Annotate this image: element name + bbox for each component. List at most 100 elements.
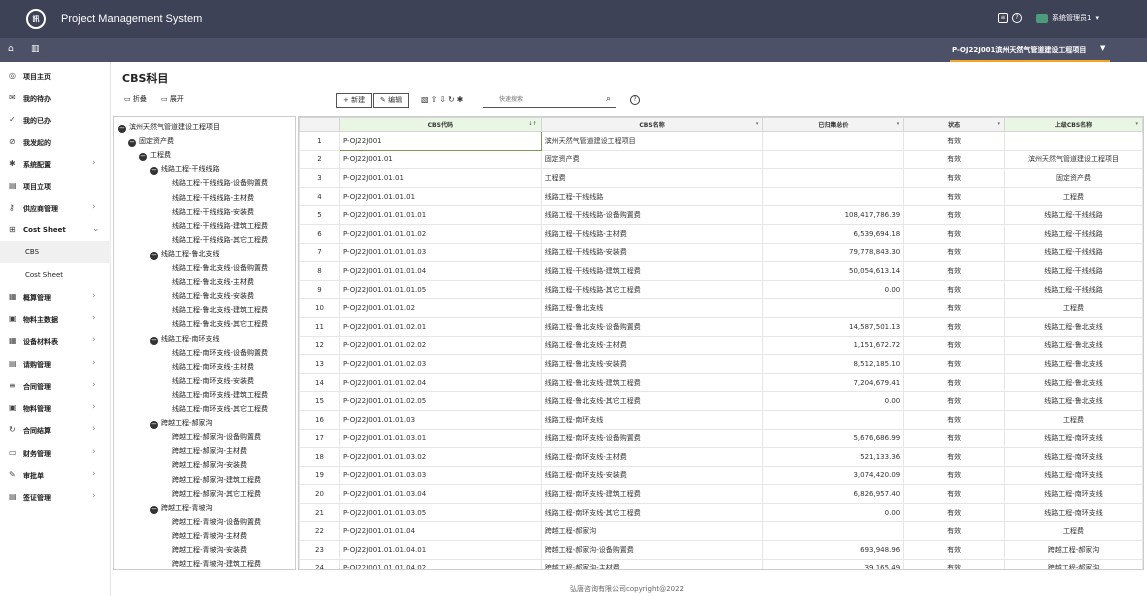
- sidebar-item-finance[interactable]: ▭ 财务管理 ›: [0, 442, 111, 464]
- tree-node[interactable]: − 跨越工程-青坡沟: [150, 503, 213, 514]
- tree-node[interactable]: − 滨州天然气管道建设工程项目: [118, 122, 220, 133]
- help-circle-icon[interactable]: ?: [1012, 13, 1023, 23]
- sidebar-item-material-master[interactable]: ▣ 物料主数据 ›: [0, 308, 111, 330]
- tree-node[interactable]: 线路工程-鲁北支线-建筑工程费: [172, 305, 268, 315]
- collapse-button[interactable]: ▭ 折叠: [124, 94, 147, 104]
- home-icon[interactable]: ⌂: [8, 44, 14, 54]
- tree-node[interactable]: 跨越工程-青坡沟-安装费: [172, 545, 247, 555]
- cbs-code-cell[interactable]: P-OJ22J001.01.01.01.05: [338, 279, 542, 300]
- tree-node[interactable]: − 线路工程-南环支线: [150, 334, 220, 345]
- excel-icon[interactable]: ▧: [421, 95, 431, 104]
- tree-node[interactable]: 跨越工程-郝家沟-其它工程费: [172, 489, 261, 499]
- sidebar-item-cost-sheet[interactable]: ⊞ Cost Sheet ⌄: [0, 219, 111, 241]
- gear-icon[interactable]: ✱: [457, 95, 466, 104]
- sidebar-item-supplier[interactable]: ⚷ 供应商管理 ›: [0, 197, 111, 219]
- tree-node[interactable]: 跨越工程-郝家沟-设备购置费: [172, 432, 261, 442]
- chart-icon[interactable]: ▥: [31, 44, 40, 54]
- cbs-code-cell[interactable]: P-OJ22J001.01: [338, 149, 542, 170]
- table-row[interactable]: 9 P-OJ22J001.01.01.01.05 线路工程-干线线路-其它工程费 0.…: [299, 279, 1143, 300]
- cbs-code-cell[interactable]: P-OJ22J001.01.01.02.04: [338, 372, 542, 393]
- sidebar-item-todo[interactable]: ✉ 我的待办: [0, 87, 111, 109]
- filter-icon[interactable]: ▾: [756, 121, 759, 127]
- sidebar-item-cbs[interactable]: CBS: [0, 241, 111, 263]
- cbs-code-cell[interactable]: P-OJ22J001.01.01.02.05: [338, 391, 542, 411]
- column-header-parent-name[interactable]: 上级CBS名称 ▾: [1004, 117, 1143, 132]
- collapse-toggle-icon[interactable]: −: [139, 153, 147, 162]
- download-icon[interactable]: ⇩: [439, 95, 448, 104]
- cbs-code-cell[interactable]: P-OJ22J001.01.01.03.03: [338, 465, 542, 486]
- filter-icon[interactable]: ▾: [897, 121, 900, 127]
- table-row[interactable]: 15 P-OJ22J001.01.01.02.05 线路工程-鲁北支线-其它工程费 0…: [299, 391, 1143, 411]
- cbs-code-cell[interactable]: P-OJ22J001.01.01.02.01: [338, 316, 542, 337]
- tree-node[interactable]: 跨越工程-郝家沟-建筑工程费: [172, 475, 261, 485]
- expand-button[interactable]: ▭ 展开: [161, 94, 184, 104]
- table-row[interactable]: 3 P-OJ22J001.01.01 工程费 有效 固定资产费: [299, 168, 1143, 188]
- collapse-toggle-icon[interactable]: −: [150, 251, 158, 260]
- table-row[interactable]: 16 P-OJ22J001.01.01.03 线路工程-南环支线 有效 工程费: [299, 409, 1143, 430]
- table-row[interactable]: 2 P-OJ22J001.01 固定资产费 有效 滨州天然气管道建设工程项目: [299, 149, 1143, 170]
- search-input[interactable]: [483, 93, 616, 108]
- tree-node[interactable]: 线路工程-鲁北支线-主材费: [172, 277, 254, 287]
- sidebar-item-settlement[interactable]: ↻ 合同结算 ›: [0, 419, 111, 441]
- cbs-code-cell[interactable]: P-OJ22J001: [338, 131, 542, 151]
- table-row[interactable]: 10 P-OJ22J001.01.01.02 线路工程-鲁北支线 有效 工程费: [299, 298, 1143, 318]
- collapse-toggle-icon[interactable]: −: [150, 167, 158, 176]
- sidebar-item-done[interactable]: ✓ 我的已办: [0, 109, 111, 131]
- cbs-code-cell[interactable]: P-OJ22J001.01.01.01.02: [338, 223, 542, 244]
- cbs-code-cell[interactable]: P-OJ22J001.01.01.01.01: [338, 205, 542, 225]
- cbs-code-cell[interactable]: P-OJ22J001.01.01.03.04: [338, 484, 542, 504]
- cbs-code-cell[interactable]: P-OJ22J001.01.01.03: [338, 409, 542, 430]
- search-icon[interactable]: ⌕: [606, 94, 611, 104]
- cbs-code-cell[interactable]: P-OJ22J001.01.01.04.02: [338, 558, 542, 569]
- table-row[interactable]: 5 P-OJ22J001.01.01.01.01 线路工程-干线线路-设备购置费 10…: [299, 205, 1143, 225]
- tree-node[interactable]: − 工程费: [139, 150, 171, 162]
- cbs-code-cell[interactable]: P-OJ22J001.01.01.03.05: [338, 502, 542, 523]
- tree-node[interactable]: − 跨越工程-郝家沟: [150, 418, 213, 430]
- cbs-code-cell[interactable]: P-OJ22J001.01.01.02.03: [338, 354, 542, 374]
- tree-node[interactable]: 跨越工程-郝家沟-安装费: [172, 460, 247, 470]
- table-row[interactable]: 11 P-OJ22J001.01.01.02.01 线路工程-鲁北支线-设备购置费 1…: [299, 316, 1143, 337]
- sidebar-item-project-home[interactable]: ◎ 项目主页: [0, 65, 111, 87]
- tree-node[interactable]: 线路工程-干线线路-其它工程费: [172, 235, 268, 245]
- filter-icon[interactable]: ▾: [998, 121, 1001, 127]
- tree-node[interactable]: 跨越工程-郝家沟-主材费: [172, 446, 247, 456]
- tree-node[interactable]: − 线路工程-干线线路: [150, 164, 220, 176]
- tree-node[interactable]: − 固定资产费: [128, 136, 174, 148]
- table-row[interactable]: 20 P-OJ22J001.01.01.03.04 线路工程-南环支线-建筑工程费 6…: [299, 484, 1143, 504]
- cbs-code-cell[interactable]: P-OJ22J001.01.01.02: [338, 298, 542, 318]
- cbs-code-cell[interactable]: P-OJ22J001.01.01.04.01: [338, 540, 542, 560]
- sidebar-item-purchase-request[interactable]: ▤ 请购管理 ›: [0, 353, 111, 375]
- tree-node[interactable]: 线路工程-干线线路-安装费: [172, 207, 254, 217]
- cbs-code-cell[interactable]: P-OJ22J001.01.01.01: [338, 186, 542, 207]
- table-row[interactable]: 12 P-OJ22J001.01.01.02.02 线路工程-鲁北支线-主材费 1,1…: [299, 335, 1143, 356]
- table-row[interactable]: 14 P-OJ22J001.01.01.02.04 线路工程-鲁北支线-建筑工程费 7…: [299, 372, 1143, 393]
- tree-node[interactable]: 线路工程-鲁北支线-其它工程费: [172, 319, 268, 329]
- table-row[interactable]: 1 P-OJ22J001 滨州天然气管道建设工程项目 有效: [299, 131, 1143, 151]
- tree-node[interactable]: − 线路工程-鲁北支线: [150, 249, 220, 260]
- tree-node[interactable]: 线路工程-南环支线-其它工程费: [172, 404, 268, 414]
- table-row[interactable]: 6 P-OJ22J001.01.01.01.02 线路工程-干线线路-主材费 6,53…: [299, 223, 1143, 244]
- user-name[interactable]: 系统管理员1: [1052, 13, 1091, 23]
- table-row[interactable]: 24 P-OJ22J001.01.01.04.02 跨越工程-郝家沟-主材费 39,1…: [299, 558, 1143, 569]
- collapse-toggle-icon[interactable]: −: [128, 139, 136, 148]
- table-row[interactable]: 22 P-OJ22J001.01.01.04 跨越工程-郝家沟 有效 工程费: [299, 521, 1143, 542]
- sidebar-item-approval[interactable]: ✎ 审批单 ›: [0, 464, 111, 486]
- column-header-cbs-name[interactable]: CBS名称 ▾: [540, 117, 764, 132]
- sidebar-item-cost-sheet-sub[interactable]: Cost Sheet: [0, 264, 111, 286]
- tree-node[interactable]: 线路工程-鲁北支线-设备购置费: [172, 263, 268, 273]
- table-row[interactable]: 4 P-OJ22J001.01.01.01 线路工程-干线线路 有效 工程费: [299, 186, 1143, 207]
- cbs-code-cell[interactable]: P-OJ22J001.01.01.03.01: [338, 428, 542, 449]
- sidebar-item-visa[interactable]: ▤ 签证管理 ›: [0, 486, 111, 508]
- collapse-toggle-icon[interactable]: −: [150, 505, 158, 514]
- notes-icon[interactable]: ≡: [998, 13, 1009, 23]
- cbs-code-cell[interactable]: P-OJ22J001.01.01.01.04: [338, 261, 542, 281]
- chevron-down-icon[interactable]: ▾: [1095, 14, 1099, 22]
- edit-button[interactable]: ✎ 编辑: [373, 93, 410, 108]
- table-row[interactable]: 18 P-OJ22J001.01.01.03.02 线路工程-南环支线-主材费 521…: [299, 447, 1143, 467]
- table-row[interactable]: 19 P-OJ22J001.01.01.03.03 线路工程-南环支线-安装费 3,0…: [299, 465, 1143, 486]
- sidebar-item-project-setup[interactable]: ▤ 项目立项: [0, 175, 111, 197]
- refresh-icon[interactable]: ↻: [448, 95, 457, 104]
- sidebar-item-budget[interactable]: ▦ 概算管理 ›: [0, 286, 111, 308]
- table-row[interactable]: 23 P-OJ22J001.01.01.04.01 跨越工程-郝家沟-设备购置费 69…: [299, 540, 1143, 560]
- help-icon[interactable]: ?: [630, 95, 640, 105]
